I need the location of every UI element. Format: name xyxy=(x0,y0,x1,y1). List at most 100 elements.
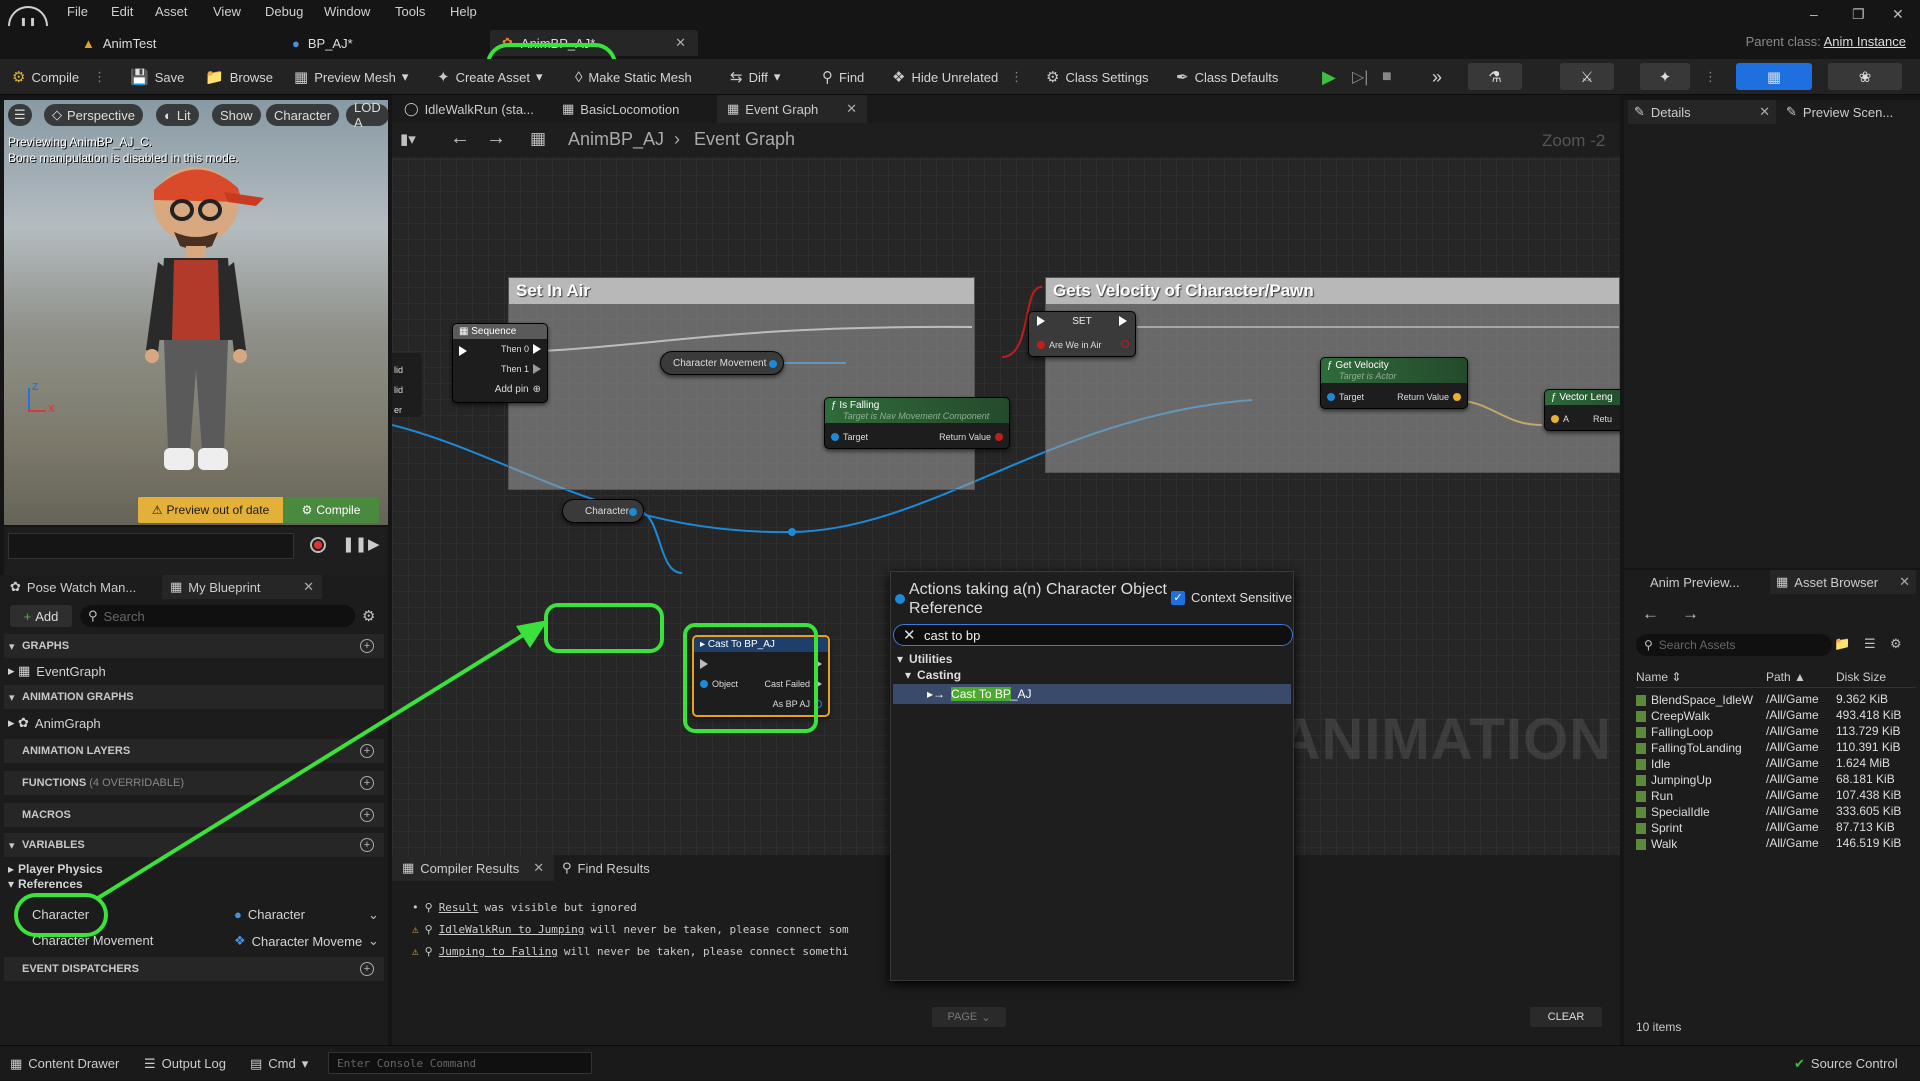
character-button[interactable]: Character xyxy=(266,104,340,126)
menu-tools[interactable]: Tools xyxy=(395,4,425,19)
record-icon[interactable] xyxy=(310,537,326,553)
asset-row[interactable]: FallingLoop/All/Game 113.729 KiB xyxy=(1636,724,1916,740)
asset-row[interactable]: Run/All/Game 107.438 KiB xyxy=(1636,788,1916,804)
back-arrow-icon[interactable]: ← xyxy=(1642,604,1659,624)
chevron-down-icon[interactable]: ⌄ xyxy=(368,907,379,923)
diff-button[interactable]: ⇆ Diff ▾ xyxy=(730,59,780,95)
section-functions[interactable]: FUNCTIONS (4 OVERRIDABLE) + xyxy=(4,771,384,795)
checkbox-checked-icon[interactable]: ✓ xyxy=(1171,590,1185,605)
content-drawer-button[interactable]: ▦ Content Drawer xyxy=(10,1046,119,1081)
action-cast-to-bp-aj[interactable]: ▸→ Cast To BP _AJ xyxy=(893,684,1291,704)
variable-character-type[interactable]: ● Character xyxy=(234,907,305,922)
doc-tab-animbp-aj[interactable]: ✿ AnimBP_AJ* ✕ xyxy=(490,30,698,56)
character-movement-node[interactable]: Character Movement xyxy=(660,351,784,375)
minimize-icon[interactable]: – xyxy=(1810,6,1818,22)
asset-row[interactable]: BlendSpace_IdleW/All/Game 9.362 KiB xyxy=(1636,692,1916,708)
are-we-in-air-pin[interactable]: Are We in Air xyxy=(1037,340,1101,350)
preview-viewport[interactable]: ☰ ◇ Perspective ◐ Lit Show Character LOD A… xyxy=(4,100,389,525)
close-tab-icon[interactable]: ✕ xyxy=(675,35,686,51)
tab-asset-browser[interactable]: ▦ Asset Browser ✕ xyxy=(1770,570,1916,594)
doc-tab-animtest[interactable]: ▲ AnimTest xyxy=(70,30,168,56)
target-pin[interactable]: Target xyxy=(831,432,868,442)
variable-character-movement-type[interactable]: ❖ Character Moveme xyxy=(234,933,362,949)
category-utilities[interactable]: ▾ Utilities xyxy=(897,652,952,666)
tab-my-blueprint[interactable]: ▦ My Blueprint ✕ xyxy=(162,575,322,599)
section-macros[interactable]: MACROS + xyxy=(4,803,384,827)
asset-row[interactable]: FallingToLanding/All/Game 110.391 KiB xyxy=(1636,740,1916,756)
cast-failed-pin[interactable]: Cast Failed xyxy=(764,679,822,689)
mode-options-icon[interactable]: ⋮ xyxy=(1704,59,1717,95)
asset-row[interactable]: Walk/All/Game 146.519 KiB xyxy=(1636,836,1916,852)
class-defaults-button[interactable]: ✒ Class Defaults xyxy=(1176,59,1278,95)
add-variable-icon[interactable]: + xyxy=(360,838,374,852)
asset-row[interactable]: JumpingUp/All/Game 68.181 KiB xyxy=(1636,772,1916,788)
tab-anim-preview[interactable]: Anim Preview... xyxy=(1650,570,1740,594)
log-link[interactable]: Jumping to Falling xyxy=(439,945,558,958)
then1-pin[interactable]: Then 1 xyxy=(501,364,541,374)
output-pin[interactable] xyxy=(1121,340,1129,348)
close-tab-icon[interactable]: ✕ xyxy=(533,860,544,876)
context-sensitive-toggle[interactable]: ✓ Context Sensitive xyxy=(1171,590,1292,605)
more-toolbar-icon[interactable]: » xyxy=(1432,59,1442,95)
tree-references[interactable]: ▾ References xyxy=(8,877,83,891)
blueprint-search[interactable]: ⚲ Search xyxy=(80,605,355,627)
perspective-button[interactable]: ◇ Perspective xyxy=(44,104,143,126)
hide-unrelated-button[interactable]: ❖ Hide Unrelated ⋮ xyxy=(892,59,1023,95)
section-event-dispatchers[interactable]: EVENT DISPATCHERS + xyxy=(4,957,384,981)
close-tab-icon[interactable]: ✕ xyxy=(1759,104,1770,120)
get-velocity-node[interactable]: ƒ Get Velocity Target is Actor Target Ret… xyxy=(1320,357,1468,409)
compile-options-icon[interactable]: ⋮ xyxy=(93,69,106,85)
exec-in-pin[interactable] xyxy=(459,346,467,356)
menu-debug[interactable]: Debug xyxy=(265,4,303,19)
action-search-input[interactable] xyxy=(893,624,1293,646)
folder-icon[interactable]: 📁 xyxy=(1834,636,1850,652)
show-button[interactable]: Show xyxy=(212,104,261,126)
add-graph-icon[interactable]: + xyxy=(360,639,374,653)
asset-search[interactable]: ⚲ Search Assets xyxy=(1636,634,1832,656)
output-log-button[interactable]: ☰ Output Log xyxy=(144,1046,226,1081)
blueprint-mode-icon[interactable]: ▦ xyxy=(1736,63,1812,90)
log-link[interactable]: IdleWalkRun to Jumping xyxy=(439,923,585,936)
console-input[interactable]: Enter Console Command xyxy=(328,1052,592,1074)
close-tab-icon[interactable]: ✕ xyxy=(303,579,314,595)
sequence-node[interactable]: ▦ Sequence Then 0 Then 1 Add pin ⊕ xyxy=(452,323,548,403)
exec-in-pin[interactable] xyxy=(1037,316,1045,326)
return-pin[interactable]: Retu xyxy=(1593,414,1612,424)
asset-row[interactable]: CreepWalk/All/Game 493.418 KiB xyxy=(1636,708,1916,724)
source-control-button[interactable]: ✔ Source Control xyxy=(1794,1046,1898,1081)
clear-search-icon[interactable]: ✕ xyxy=(903,626,916,644)
create-asset-button[interactable]: ✦ Create Asset ▾ xyxy=(437,59,543,95)
column-path[interactable]: Path ▲ xyxy=(1766,670,1836,687)
settings-gear-icon[interactable]: ⚙ xyxy=(1890,636,1902,652)
filter-icon[interactable]: ☰ xyxy=(1864,636,1876,652)
column-name[interactable]: Name ⇕ xyxy=(1636,670,1766,687)
lod-button[interactable]: LOD A xyxy=(346,100,389,130)
menu-file[interactable]: File xyxy=(67,4,88,19)
variable-character[interactable]: Character xyxy=(32,907,89,922)
a-pin[interactable]: A xyxy=(1551,414,1569,424)
viewport-compile-button[interactable]: ⚙ Compile xyxy=(283,497,379,523)
cmd-dropdown[interactable]: ▤ Cmd ▾ xyxy=(250,1046,308,1081)
log-link[interactable]: Result xyxy=(439,901,479,914)
skeleton-mode-icon[interactable]: ⚗ xyxy=(1468,63,1522,90)
viewport-menu-icon[interactable]: ☰ xyxy=(8,104,32,126)
browse-button[interactable]: 📁 Browse xyxy=(205,59,273,95)
asset-row[interactable]: SpecialIdle/All/Game 333.605 KiB xyxy=(1636,804,1916,820)
parent-class-link[interactable]: Anim Instance xyxy=(1824,34,1906,49)
target-pin[interactable]: Target xyxy=(1327,392,1364,402)
timeline-scrubber[interactable] xyxy=(8,533,294,559)
more-options-icon[interactable]: ⋮ xyxy=(1010,69,1023,85)
cast-to-bp-aj-node[interactable]: ▸ Cast To BP_AJ Object Cast Failed As BP… xyxy=(692,635,830,717)
output-pin[interactable] xyxy=(629,508,637,516)
preview-mesh-button[interactable]: ▦ Preview Mesh ▾ xyxy=(294,59,408,95)
close-tab-icon[interactable]: ✕ xyxy=(1899,574,1910,590)
comment-set-in-air[interactable]: Set In Air xyxy=(508,277,975,490)
add-button[interactable]: + Add xyxy=(10,605,72,627)
offscreen-node[interactable]: lid lid er xyxy=(392,353,422,417)
variable-character-movement[interactable]: Character Movement xyxy=(32,933,153,948)
menu-window[interactable]: Window xyxy=(324,4,370,19)
return-value-pin[interactable]: Return Value xyxy=(939,432,1003,442)
play-icon[interactable]: ▶ xyxy=(1322,59,1336,95)
make-static-mesh-button[interactable]: ◊ Make Static Mesh xyxy=(575,59,692,95)
close-window-icon[interactable]: ✕ xyxy=(1892,6,1904,23)
